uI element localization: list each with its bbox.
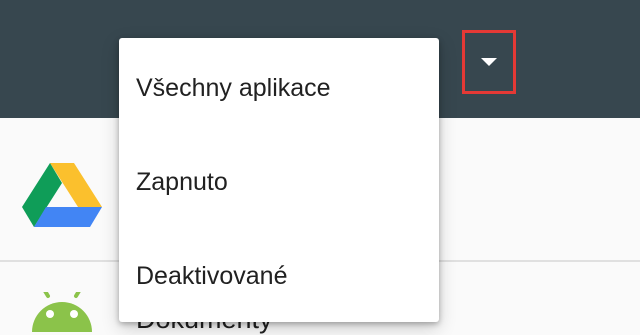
arrow-drop-down-icon [481,58,497,66]
google-drive-icon [22,163,102,227]
filter-dropdown-menu: Všechny aplikace Zapnuto Deaktivované [119,38,439,322]
filter-dropdown-button[interactable] [462,30,516,94]
menu-item-all-apps[interactable]: Všechny aplikace [119,58,439,118]
android-icon [32,292,92,332]
menu-item-disabled[interactable]: Deaktivované [119,246,439,306]
menu-item-enabled[interactable]: Zapnuto [119,152,439,212]
